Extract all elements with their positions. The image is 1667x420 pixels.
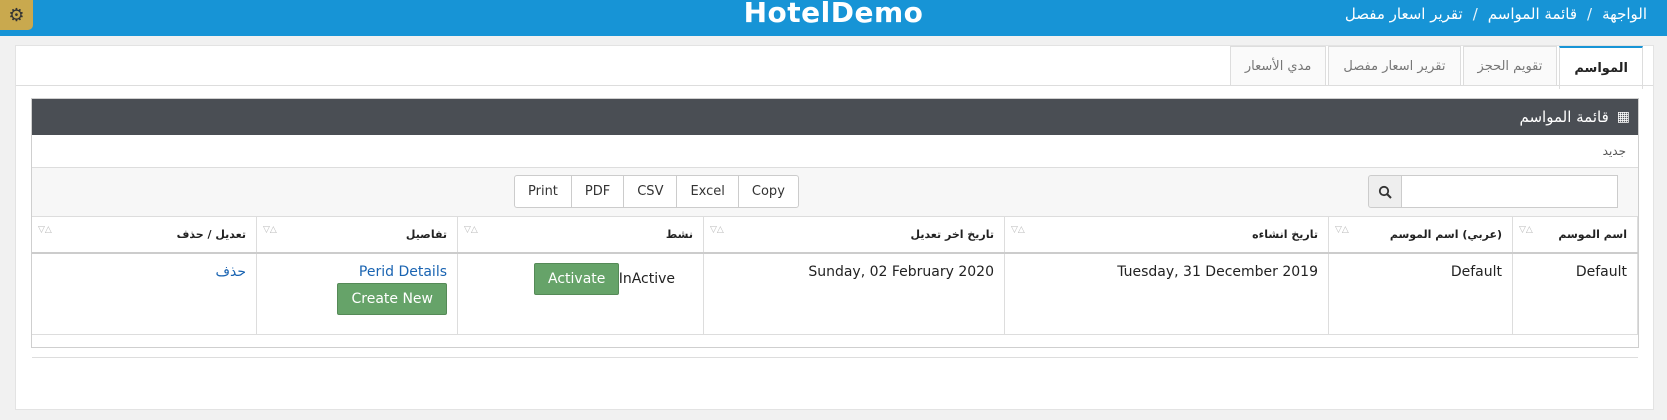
delete-link[interactable]: حذف [215,264,246,280]
tab-bar: المواسم تقويم الحجز تقرير اسعار مفصل مدي… [1228,46,1643,89]
cell-season-name: Default [1512,253,1638,335]
cell-status: InActive Activate [457,253,704,335]
tab-detailed-price-report[interactable]: تقرير اسعار مفصل [1328,46,1461,86]
excel-button[interactable]: Excel [676,175,739,208]
breadcrumb-separator: / [1472,5,1478,23]
tab-booking-calendar[interactable]: تقويم الحجز [1462,46,1558,86]
top-navbar: ⚙ HotelDemo الواجهة / قائمة المواسم / تق… [0,0,1667,36]
breadcrumb-detailed-report[interactable]: تقرير اسعار مفصل [1345,5,1463,23]
box-title: قائمة المواسم [1519,108,1609,126]
cell-modified-date: Sunday, 02 February 2020 [703,253,1005,335]
status-text: InActive [618,271,675,287]
cell-actions: حذف [32,253,257,335]
new-row: جديد [32,135,1638,168]
tab-price-range[interactable]: مدي الأسعار [1229,46,1327,86]
create-new-button[interactable]: Create New [337,283,447,315]
print-button[interactable]: Print [514,175,572,208]
cell-created-date: Tuesday, 31 December 2019 [1004,253,1329,335]
breadcrumb-home[interactable]: الواجهة [1602,5,1647,23]
sort-icon: △▽ [38,225,52,235]
seasons-box: ▦ قائمة المواسم جديد Print PDF CSV Excel… [31,98,1639,358]
search-group [1368,175,1618,208]
seasons-table: اسم الموسم △▽ (عربي) اسم الموسم △▽ تاريخ ا… [32,217,1638,335]
cell-season-name-arabic: Default [1328,253,1513,335]
sort-icon: △▽ [710,225,724,235]
activate-button[interactable]: Activate [534,263,620,295]
cell-details: Perid Details Create New [256,253,458,335]
table-footer [32,335,1638,358]
period-details-link[interactable]: Perid Details [359,264,447,280]
column-header-details[interactable]: تفاصيل △▽ [256,217,458,254]
csv-button[interactable]: CSV [623,175,678,208]
breadcrumb-separator: / [1587,5,1593,23]
search-icon [1378,185,1392,199]
breadcrumb-seasons[interactable]: قائمة المواسم [1488,5,1577,23]
export-buttons: Print PDF CSV Excel Copy [514,175,799,208]
column-header-active[interactable]: نشط △▽ [457,217,704,254]
column-header-season-name-arabic[interactable]: (عربي) اسم الموسم △▽ [1328,217,1513,254]
sort-icon: △▽ [1335,225,1349,235]
column-header-edit-delete[interactable]: تعديل / حذف △▽ [32,217,257,254]
tab-divider [16,85,1653,86]
search-input[interactable] [1402,175,1618,208]
column-header-created-date[interactable]: تاريخ انشاءه △▽ [1004,217,1329,254]
column-header-modified-date[interactable]: تاريخ اخر تعديل △▽ [703,217,1005,254]
tab-seasons[interactable]: المواسم [1559,46,1643,89]
table-row: Default Default Tuesday, 31 December 201… [32,253,1638,335]
sort-icon: △▽ [1519,225,1533,235]
pdf-button[interactable]: PDF [570,175,625,208]
new-link[interactable]: جديد [1603,144,1626,158]
box-header: ▦ قائمة المواسم [32,99,1638,135]
breadcrumb: الواجهة / قائمة المواسم / تقرير اسعار مف… [1345,5,1647,23]
search-button[interactable] [1368,175,1402,208]
sort-icon: △▽ [263,225,277,235]
main-panel: المواسم تقويم الحجز تقرير اسعار مفصل مدي… [15,45,1654,410]
column-header-season-name[interactable]: اسم الموسم △▽ [1512,217,1638,254]
grid-icon: ▦ [1616,109,1630,125]
sort-icon: △▽ [464,225,478,235]
copy-button[interactable]: Copy [737,175,799,208]
table-toolbar: Print PDF CSV Excel Copy [32,168,1638,217]
sort-icon: △▽ [1011,225,1025,235]
